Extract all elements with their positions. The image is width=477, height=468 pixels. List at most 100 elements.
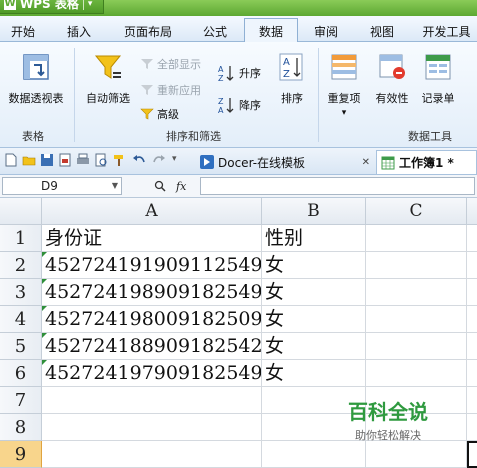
duplicates-button[interactable]: 重复项 ▾ xyxy=(324,48,364,118)
cell-a8[interactable] xyxy=(42,414,262,441)
cell-a5-value: 452724188909182542 xyxy=(45,335,262,357)
pivot-table-button[interactable]: 数据透视表 xyxy=(4,48,68,106)
app-menu-button[interactable]: W WPS 表格 ▾ xyxy=(0,0,104,14)
row-header-selected[interactable]: 9 xyxy=(0,441,42,468)
undo-icon[interactable] xyxy=(132,153,146,167)
cell-a7[interactable] xyxy=(42,387,262,414)
row-header[interactable]: 1 xyxy=(0,225,42,252)
format-painter-icon[interactable] xyxy=(112,153,126,167)
spreadsheet-icon xyxy=(381,156,395,169)
reapply-button[interactable]: 重新应用 xyxy=(140,82,201,98)
separator xyxy=(318,48,319,142)
cell-b9[interactable] xyxy=(262,441,366,468)
text-number-indicator-icon xyxy=(42,252,47,257)
sort-label: 排序 xyxy=(281,92,303,105)
name-box-dropdown-icon[interactable]: ▼ xyxy=(112,178,118,194)
ribbon-tab-row: 开始 插入 页面布局 公式 数据 审阅 视图 开发工具 xyxy=(0,16,477,43)
cell-d4[interactable] xyxy=(467,306,477,333)
sort-ascending-button[interactable]: A Z 升序 xyxy=(218,64,261,82)
cell-a6[interactable]: 452724197909182549 xyxy=(42,360,262,387)
row-header[interactable]: 2 xyxy=(0,252,42,279)
name-box[interactable]: D9 ▼ xyxy=(2,177,122,195)
cell-c6[interactable] xyxy=(366,360,467,387)
tab-home[interactable]: 开始 xyxy=(4,20,42,42)
select-all-corner[interactable] xyxy=(0,198,42,225)
autofilter-button[interactable]: 自动筛选 xyxy=(80,48,136,106)
sort-ascending-icon: A Z xyxy=(218,65,234,82)
save-icon[interactable] xyxy=(40,153,54,167)
show-all-label: 全部显示 xyxy=(157,58,201,71)
formula-bar: D9 ▼ fx xyxy=(0,175,477,198)
row-header[interactable]: 6 xyxy=(0,360,42,387)
watermark-subtitle: 助你轻松解决 xyxy=(355,429,421,442)
row-header[interactable]: 4 xyxy=(0,306,42,333)
cell-d7[interactable] xyxy=(467,387,477,414)
column-header-a[interactable]: A xyxy=(42,198,262,225)
validity-button[interactable]: 有效性 xyxy=(372,48,412,106)
cell-d6[interactable] xyxy=(467,360,477,387)
row-header[interactable]: 7 xyxy=(0,387,42,414)
cell-d5[interactable] xyxy=(467,333,477,360)
cell-d3[interactable] xyxy=(467,279,477,306)
new-file-icon[interactable] xyxy=(4,153,18,167)
doc-tab-docer[interactable]: Docer-在线模板 ✕ xyxy=(196,150,374,174)
close-tab-icon[interactable]: ✕ xyxy=(362,157,370,168)
cell-a5[interactable]: 452724188909182542 xyxy=(42,333,262,360)
cell-a2[interactable]: 452724191909112549 xyxy=(42,252,262,279)
cell-b5[interactable]: 女 xyxy=(262,333,366,360)
tab-review[interactable]: 审阅 xyxy=(306,20,346,42)
cell-a3[interactable]: 452724198909182549 xyxy=(42,279,262,306)
column-header-b[interactable]: B xyxy=(262,198,366,225)
record-form-button[interactable]: 记录单 xyxy=(418,48,458,106)
column-header-d[interactable] xyxy=(467,198,477,225)
insert-function-button[interactable]: fx xyxy=(176,180,186,193)
cell-b6[interactable]: 女 xyxy=(262,360,366,387)
sort-button[interactable]: A Z 排序 xyxy=(274,48,310,106)
cell-d1[interactable] xyxy=(467,225,477,252)
doc-tab-workbook[interactable]: 工作簿1 * xyxy=(376,150,477,174)
show-all-button[interactable]: 全部显示 xyxy=(140,56,201,72)
column-header-c[interactable]: C xyxy=(366,198,467,225)
cell-b4[interactable]: 女 xyxy=(262,306,366,333)
cell-b3[interactable]: 女 xyxy=(262,279,366,306)
print-icon[interactable] xyxy=(76,153,90,167)
cell-a9[interactable] xyxy=(42,441,262,468)
duplicates-icon xyxy=(331,54,357,80)
cell-b1[interactable]: 性别 xyxy=(262,225,366,252)
tab-insert[interactable]: 插入 xyxy=(60,20,98,42)
cell-d2[interactable] xyxy=(467,252,477,279)
cell-a1[interactable]: 身份证 xyxy=(42,225,262,252)
separator xyxy=(82,0,84,10)
formula-input[interactable] xyxy=(200,177,475,195)
cell-a4[interactable]: 452724198009182509 xyxy=(42,306,262,333)
cell-c9[interactable] xyxy=(366,441,467,468)
redo-icon[interactable] xyxy=(152,153,166,167)
open-folder-icon[interactable] xyxy=(22,153,36,167)
fx-area: fx xyxy=(148,177,198,195)
customize-toolbar-icon[interactable]: ▾ xyxy=(172,154,177,164)
cell-c5[interactable] xyxy=(366,333,467,360)
tab-data[interactable]: 数据 xyxy=(244,18,298,43)
zoom-icon[interactable] xyxy=(154,180,166,192)
cell-b2[interactable]: 女 xyxy=(262,252,366,279)
cell-c1[interactable] xyxy=(366,225,467,252)
row-header[interactable]: 3 xyxy=(0,279,42,306)
sort-ascending-label: 升序 xyxy=(239,67,261,80)
filter-reapply-icon xyxy=(141,85,153,95)
export-pdf-icon[interactable] xyxy=(58,153,72,167)
sort-descending-button[interactable]: Z A 降序 xyxy=(218,96,261,114)
row-header[interactable]: 5 xyxy=(0,333,42,360)
cell-c3[interactable] xyxy=(366,279,467,306)
advanced-filter-button[interactable]: 高级 xyxy=(140,106,179,122)
active-cell-d9[interactable] xyxy=(467,441,477,468)
tab-formulas[interactable]: 公式 xyxy=(196,20,234,42)
cell-d8[interactable] xyxy=(467,414,477,441)
tab-developer[interactable]: 开发工具 xyxy=(416,20,477,42)
tab-page-layout[interactable]: 页面布局 xyxy=(118,20,178,42)
row-header[interactable]: 8 xyxy=(0,414,42,441)
cell-c4[interactable] xyxy=(366,306,467,333)
print-preview-icon[interactable] xyxy=(94,153,108,167)
tab-view[interactable]: 视图 xyxy=(362,20,402,42)
cell-c2[interactable] xyxy=(366,252,467,279)
text-number-indicator-icon xyxy=(42,306,47,311)
